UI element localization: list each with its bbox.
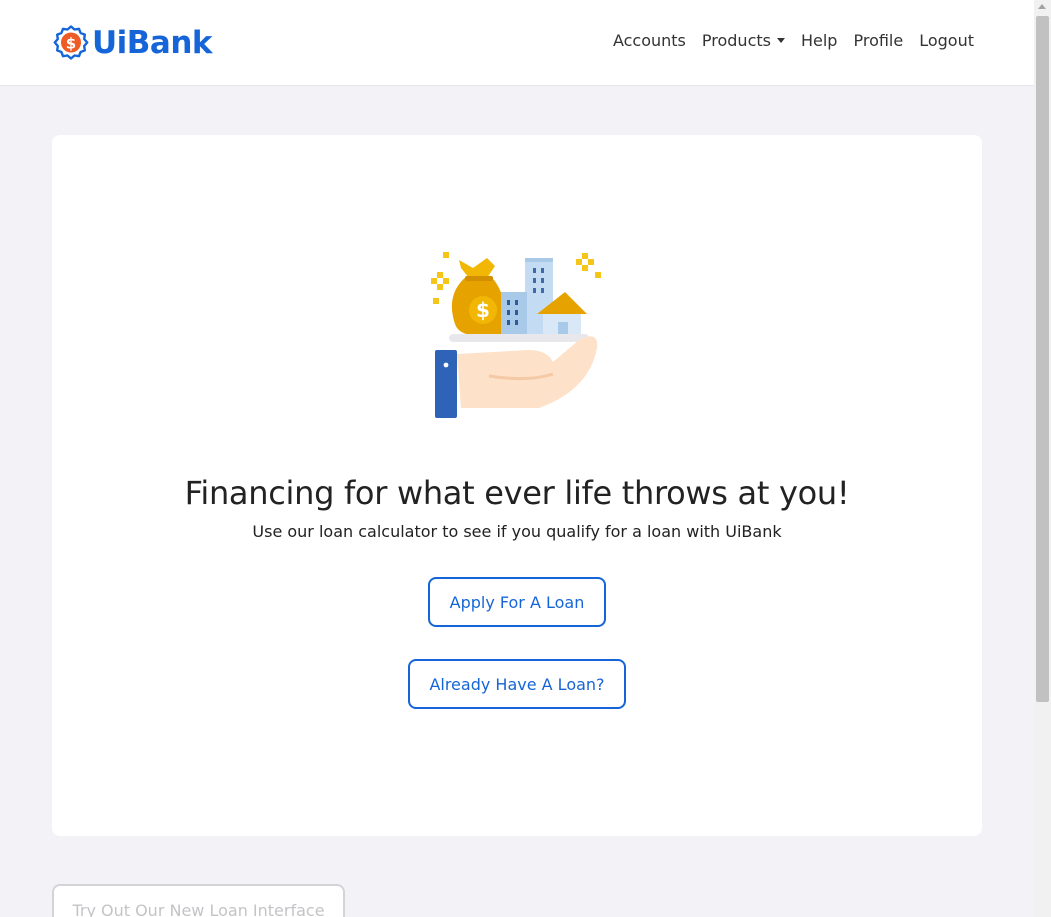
brand-name: UiBank (92, 25, 213, 61)
page-headline: Financing for what ever life throws at y… (184, 474, 850, 512)
page-scrollbar[interactable] (1034, 0, 1051, 917)
svg-text:$: $ (476, 298, 490, 322)
already-have-loan-button[interactable]: Already Have A Loan? (408, 659, 626, 709)
nav-products-dropdown[interactable]: Products (702, 31, 785, 50)
page-subline: Use our loan calculator to see if you qu… (252, 522, 782, 541)
nav-help[interactable]: Help (801, 31, 837, 50)
nav-products-label: Products (701, 31, 771, 50)
apply-for-loan-button[interactable]: Apply For A Loan (428, 577, 606, 627)
brand-logo-link[interactable]: $ UiBank (53, 24, 213, 62)
top-navbar: $ UiBank Accounts Products Help Profile … (0, 0, 1034, 86)
nav-profile[interactable]: Profile (853, 31, 903, 50)
dollar-badge-icon: $ (53, 25, 89, 60)
main-nav: Accounts Products Help Profile Logout (597, 31, 974, 50)
caret-down-icon (776, 38, 785, 43)
scroll-up-arrow-icon[interactable] (1038, 4, 1046, 9)
hand-holding-money-bag-and-buildings-icon: $ (431, 252, 601, 418)
try-new-loan-interface-button[interactable]: Try Out Our New Loan Interface (52, 884, 345, 917)
scrollbar-thumb[interactable] (1036, 16, 1049, 702)
nav-logout[interactable]: Logout (919, 31, 974, 50)
nav-accounts[interactable]: Accounts (613, 31, 686, 50)
svg-text:$: $ (66, 34, 76, 52)
